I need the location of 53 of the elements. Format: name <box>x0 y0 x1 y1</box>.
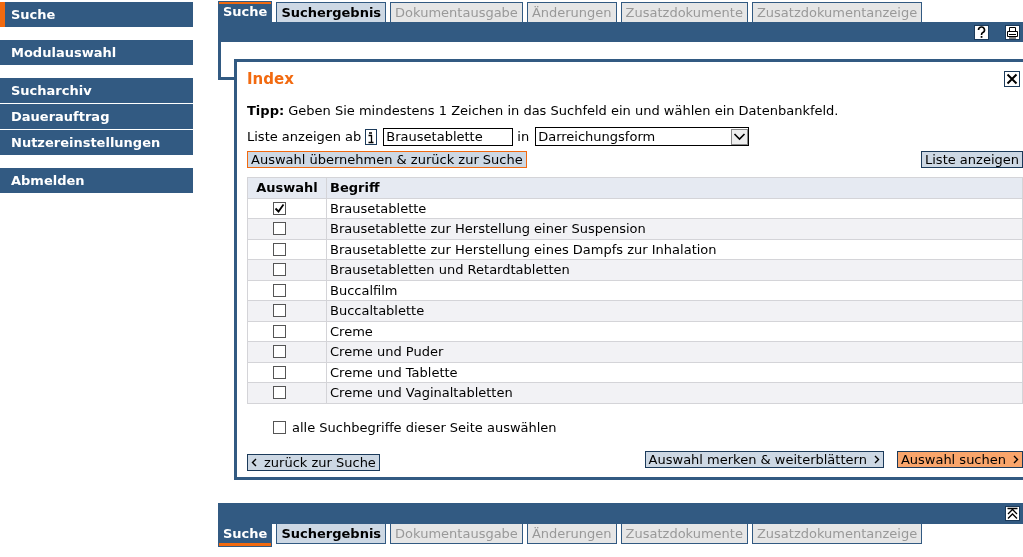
column-header: Auswahl <box>247 177 327 198</box>
printer-icon[interactable] <box>1005 24 1020 40</box>
list-label: Liste anzeigen ab <box>247 129 362 144</box>
sidebar-item[interactable]: Abmelden <box>0 168 193 193</box>
checkbox[interactable] <box>273 386 286 400</box>
sidebar-item[interactable]: Dauerauftrag <box>0 104 193 129</box>
sidebar-item[interactable]: Nutzereinstellungen <box>0 130 193 155</box>
show-list-button[interactable]: Liste anzeigen <box>921 151 1023 168</box>
help-icon[interactable] <box>974 24 989 40</box>
table-cell: Brausetablette zur Herstellung einer Suspension <box>326 218 1023 239</box>
tab[interactable]: Suchergebnis <box>276 524 387 544</box>
checkbox[interactable] <box>273 345 286 359</box>
table-cell: Brausetablette zur Herstellung eines Dampfs zur Inhalation <box>326 239 1023 260</box>
table-cell: Creme und Vaginaltabletten <box>326 382 1023 403</box>
remember-button[interactable]: Auswahl merken & weiterblättern <box>644 450 884 468</box>
table-cell: Creme und Puder <box>326 341 1023 362</box>
tab[interactable]: Suche <box>218 1 273 22</box>
chevron-left-icon <box>251 457 257 467</box>
apply-button[interactable]: Auswahl übernehmen & zurück zur Suche <box>247 151 527 168</box>
table-cell: Creme und Tablette <box>326 362 1023 383</box>
chevron-right-icon <box>1013 454 1019 464</box>
tab[interactable]: Suchergebnis <box>276 2 387 22</box>
sidebar-item[interactable]: Sucharchiv <box>0 78 193 103</box>
chevron-right-icon <box>873 454 880 464</box>
close-icon[interactable] <box>1004 70 1020 87</box>
tip-text: Tipp: Geben Sie mindestens 1 Zeichen in das Suchfeld ein und wählen ein Datenbankfeld. <box>247 103 840 118</box>
checkbox[interactable] <box>273 222 286 236</box>
in-label: in <box>517 129 530 144</box>
checkbox[interactable] <box>273 201 286 215</box>
table-cell: Buccalfilm <box>326 280 1023 301</box>
table-cell: Brausetabletten und Retardtabletten <box>326 259 1023 280</box>
search-field[interactable]: Brausetablette <box>383 127 514 146</box>
panel-title: Index <box>247 70 294 88</box>
checkbox-label: alle Suchbegriffe dieser Seite auswählen <box>292 419 557 435</box>
checkbox[interactable] <box>273 283 286 297</box>
info-icon[interactable] <box>365 128 378 145</box>
search-button[interactable]: Auswahl suchen <box>896 450 1023 468</box>
column-header: Begriff <box>326 177 1023 198</box>
table-cell: Brausetablette <box>326 198 1023 219</box>
checkbox[interactable] <box>273 420 286 434</box>
field-dropdown[interactable]: Darreichungsform <box>535 127 750 146</box>
table-cell: Creme <box>326 321 1023 342</box>
table-cell: Buccaltablette <box>326 300 1023 321</box>
checkbox[interactable] <box>273 365 286 379</box>
sidebar-item[interactable]: Modulauswahl <box>0 40 193 65</box>
checkbox[interactable] <box>273 263 286 277</box>
checkbox[interactable] <box>273 242 286 256</box>
back-button[interactable]: zurück zur Suche <box>247 453 380 471</box>
tab[interactable]: Suche <box>218 524 273 547</box>
checkbox[interactable] <box>273 304 286 318</box>
sidebar-item[interactable]: Suche <box>0 2 193 27</box>
checkbox[interactable] <box>273 324 286 338</box>
scroll-up-icon[interactable] <box>1005 506 1020 521</box>
